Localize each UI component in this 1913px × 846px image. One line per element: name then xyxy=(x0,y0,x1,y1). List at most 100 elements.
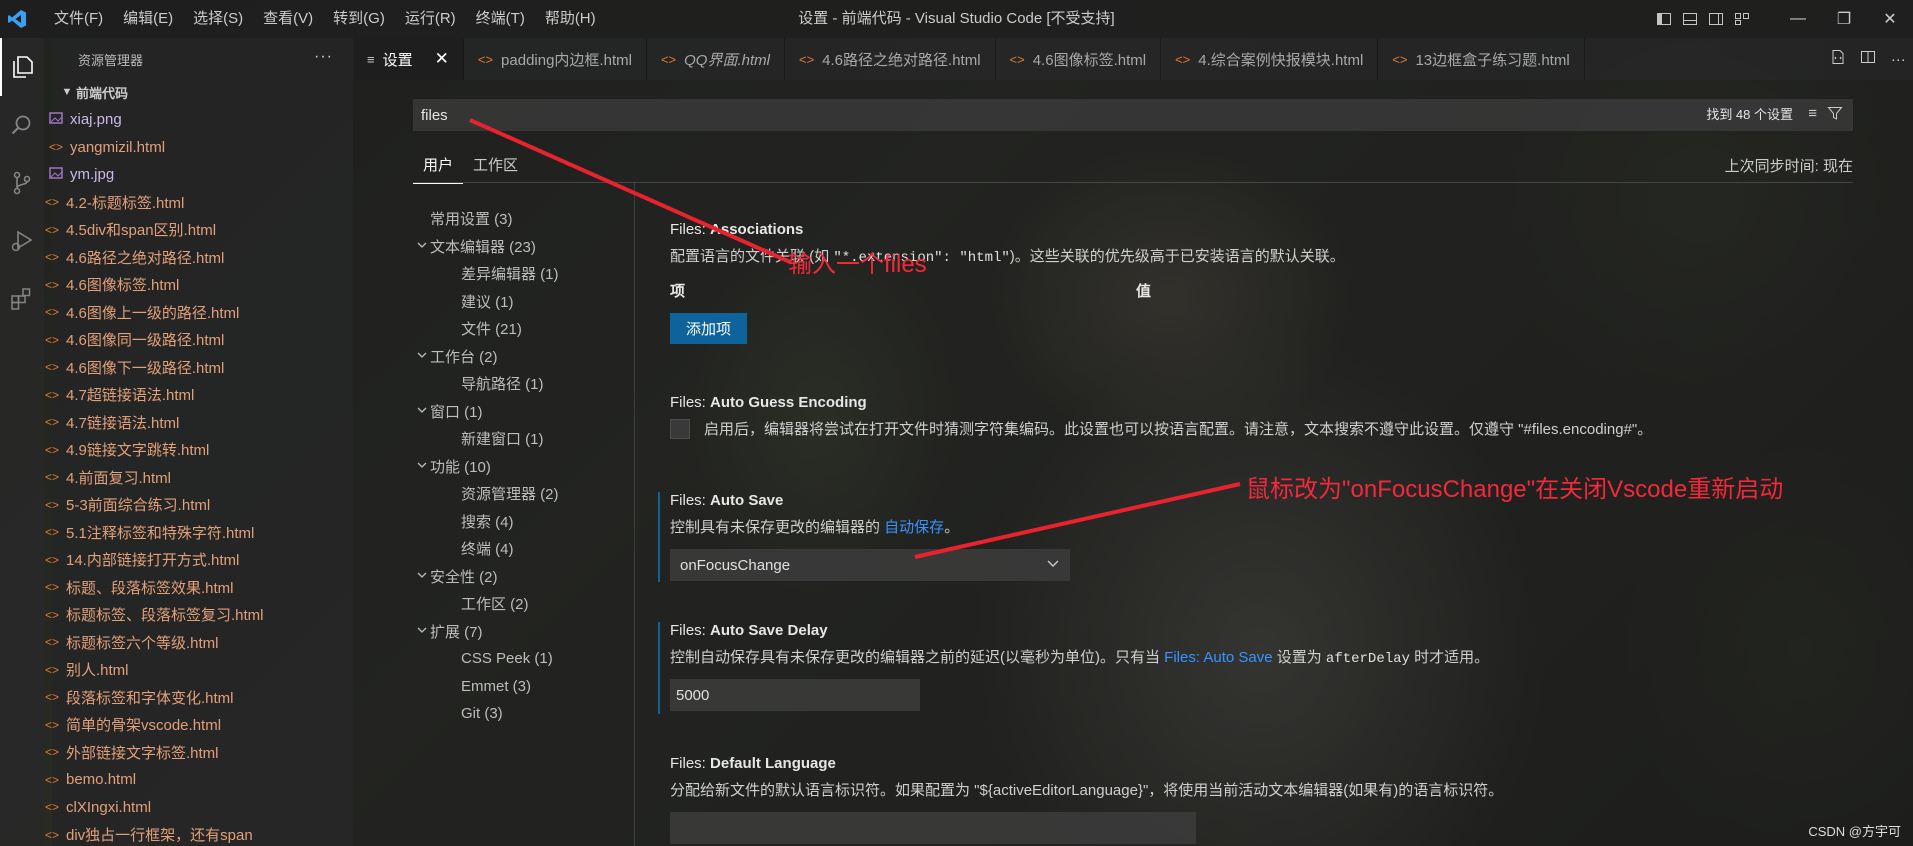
file-item[interactable]: <> 4.5div和span区别.html xyxy=(0,216,301,244)
auto-save-delay-input[interactable]: 5000 xyxy=(670,679,920,711)
file-item[interactable]: <> 4.6图像上一级的路径.html xyxy=(0,299,301,327)
toc-item[interactable]: 终端 (4) xyxy=(413,535,633,563)
toc-item[interactable]: Git (3) xyxy=(413,700,633,728)
file-item[interactable]: <> 4.7链接语法.html xyxy=(0,409,301,437)
toggle-secondary-sidebar-icon[interactable] xyxy=(1703,0,1729,38)
toc-label: Git (3) xyxy=(461,705,503,723)
editor-tab[interactable]: <> 4.综合案例快报模块.html xyxy=(1161,38,1379,80)
file-item[interactable]: <> 4.6图像标签.html xyxy=(0,271,301,299)
toc-item[interactable]: 导航路径 (1) xyxy=(413,370,633,398)
customize-layout-icon[interactable] xyxy=(1729,0,1755,38)
clear-filter-icon[interactable]: ≡ xyxy=(1808,105,1817,122)
explorer-icon[interactable] xyxy=(0,38,44,96)
close-window-icon[interactable]: ✕ xyxy=(1867,0,1913,38)
toggle-sidebar-icon[interactable] xyxy=(1651,0,1677,38)
file-name: bemo.html xyxy=(66,771,137,789)
chevron-down-icon xyxy=(413,624,430,639)
settings-toc: 常用设置 (3) 文本编辑器 (23) 差异编辑器 (1) 建议 (1) 文件 (21)… xyxy=(413,205,633,728)
toc-item[interactable]: CSS Peek (1) xyxy=(413,645,633,673)
toc-item[interactable]: 搜索 (4) xyxy=(413,508,633,536)
restore-icon[interactable]: ❐ xyxy=(1821,0,1867,38)
toc-item[interactable]: 常用设置 (3) xyxy=(413,205,633,233)
menu-item[interactable]: 文件(F) xyxy=(44,0,113,38)
editor-tab[interactable]: <> 13边框盒子练习题.html xyxy=(1378,38,1585,80)
toc-item[interactable]: 文件 (21) xyxy=(413,315,633,343)
file-item[interactable]: <> 4.2-标题标签.html xyxy=(0,189,301,217)
file-name: 4.6图像下一级路径.html xyxy=(66,359,225,377)
html-file-icon: <> xyxy=(660,51,677,67)
menu-item[interactable]: 运行(R) xyxy=(395,0,466,38)
toc-item[interactable]: 文本编辑器 (23) xyxy=(413,233,633,261)
html-file-icon: <> xyxy=(44,387,59,402)
file-item[interactable]: <> yangmizil.html xyxy=(0,134,301,162)
more-editor-actions-icon[interactable]: ··· xyxy=(1891,51,1906,68)
file-item[interactable]: <> 4.前面复习.html xyxy=(0,464,301,492)
file-item[interactable]: xiaj.png xyxy=(0,106,301,134)
file-item[interactable]: <> 4.6路径之绝对路径.html xyxy=(0,244,301,272)
menu-item[interactable]: 终端(T) xyxy=(466,0,535,38)
split-editor-icon[interactable] xyxy=(1860,49,1876,69)
editor-tab[interactable]: <> 4.6图像标签.html xyxy=(996,38,1162,80)
toc-item[interactable]: 差异编辑器 (1) xyxy=(413,260,633,288)
file-item[interactable]: <> clXIngxi.html xyxy=(0,794,301,822)
toc-item[interactable]: 新建窗口 (1) xyxy=(413,425,633,453)
settings-search-input[interactable]: files 找到 48 个设置 ≡ xyxy=(413,99,1853,131)
default-language-input[interactable] xyxy=(670,812,1196,844)
toc-item[interactable]: 工作区 (2) xyxy=(413,590,633,618)
auto-save-link[interactable]: 自动保存 xyxy=(884,519,944,536)
html-file-icon: <> xyxy=(44,470,59,485)
editor-tab[interactable]: <> padding内边框.html xyxy=(464,38,647,80)
toc-item[interactable]: 窗口 (1) xyxy=(413,398,633,426)
tab-workspace[interactable]: 工作区 xyxy=(463,152,528,184)
menu-item[interactable]: 编辑(E) xyxy=(113,0,183,38)
file-item[interactable]: <> 4.7超链接语法.html xyxy=(0,381,301,409)
file-item[interactable]: <> 标题标签六个等级.html xyxy=(0,629,301,657)
filter-icon[interactable] xyxy=(1827,105,1843,125)
auto-guess-checkbox[interactable] xyxy=(670,418,690,439)
toc-item[interactable]: 功能 (10) xyxy=(413,453,633,481)
editor-tab[interactable]: ≡ 设置 ✕ xyxy=(353,38,464,80)
toc-item[interactable]: 工作台 (2) xyxy=(413,343,633,371)
more-actions-icon[interactable]: ··· xyxy=(314,48,333,66)
file-item[interactable]: <> 5-3前面综合练习.html xyxy=(0,491,301,519)
file-item[interactable]: <> 4.6图像下一级路径.html xyxy=(0,354,301,382)
file-item[interactable]: <> 4.9链接文字跳转.html xyxy=(0,436,301,464)
file-item[interactable]: <> 段落标签和字体变化.html xyxy=(0,684,301,712)
minimize-icon[interactable]: — xyxy=(1775,0,1821,38)
open-settings-json-icon[interactable] xyxy=(1830,49,1846,69)
folder-root[interactable]: ▼ 前端代码 xyxy=(52,80,353,104)
menu-item[interactable]: 转到(G) xyxy=(323,0,395,38)
file-item[interactable]: <> 14.内部链接打开方式.html xyxy=(0,546,301,574)
file-item[interactable]: <> 4.6图像同一级路径.html xyxy=(0,326,301,354)
file-item[interactable]: <> bemo.html xyxy=(0,766,301,794)
auto-save-select[interactable]: onFocusChange xyxy=(670,549,1070,581)
menu-item[interactable]: 查看(V) xyxy=(253,0,323,38)
file-item[interactable]: <> 标题、段落标签效果.html xyxy=(0,574,301,602)
tab-user[interactable]: 用户 xyxy=(413,152,464,184)
settings-tab-icon: ≡ xyxy=(367,51,375,67)
file-item[interactable]: <> 简单的骨架vscode.html xyxy=(0,711,301,739)
associations-table-header: 项 值 xyxy=(670,280,1870,301)
editor-tab[interactable]: <> QQ界面.html xyxy=(647,38,785,80)
file-item[interactable]: <> 标题标签、段落标签复习.html xyxy=(0,601,301,629)
menu-item[interactable]: 帮助(H) xyxy=(535,0,606,38)
html-file-icon: <> xyxy=(44,690,59,705)
toc-item[interactable]: 资源管理器 (2) xyxy=(413,480,633,508)
file-name: 标题、段落标签效果.html xyxy=(66,579,234,597)
setting-associations: Files: Associations 配置语言的文件关联 (如 "*.exte… xyxy=(670,221,1870,344)
toggle-panel-icon[interactable] xyxy=(1677,0,1703,38)
add-item-button[interactable]: 添加项 xyxy=(670,313,748,344)
toc-item[interactable]: 安全性 (2) xyxy=(413,563,633,591)
editor-tab[interactable]: <> 4.6路径之绝对路径.html xyxy=(785,38,996,80)
toc-item[interactable]: 扩展 (7) xyxy=(413,618,633,646)
toc-item[interactable]: 建议 (1) xyxy=(413,288,633,316)
file-item[interactable]: <> 5.1注释标签和特殊字符.html xyxy=(0,519,301,547)
file-item[interactable]: <> div独占一行框架，还有span xyxy=(0,821,301,846)
auto-save-setting-link[interactable]: Files: Auto Save xyxy=(1164,649,1272,666)
menu-item[interactable]: 选择(S) xyxy=(183,0,253,38)
file-item[interactable]: <> 外部链接文字标签.html xyxy=(0,739,301,767)
close-icon[interactable]: ✕ xyxy=(435,49,449,69)
file-item[interactable]: <> 别人.html xyxy=(0,656,301,684)
toc-item[interactable]: Emmet (3) xyxy=(413,673,633,701)
file-item[interactable]: ym.jpg xyxy=(0,161,301,189)
